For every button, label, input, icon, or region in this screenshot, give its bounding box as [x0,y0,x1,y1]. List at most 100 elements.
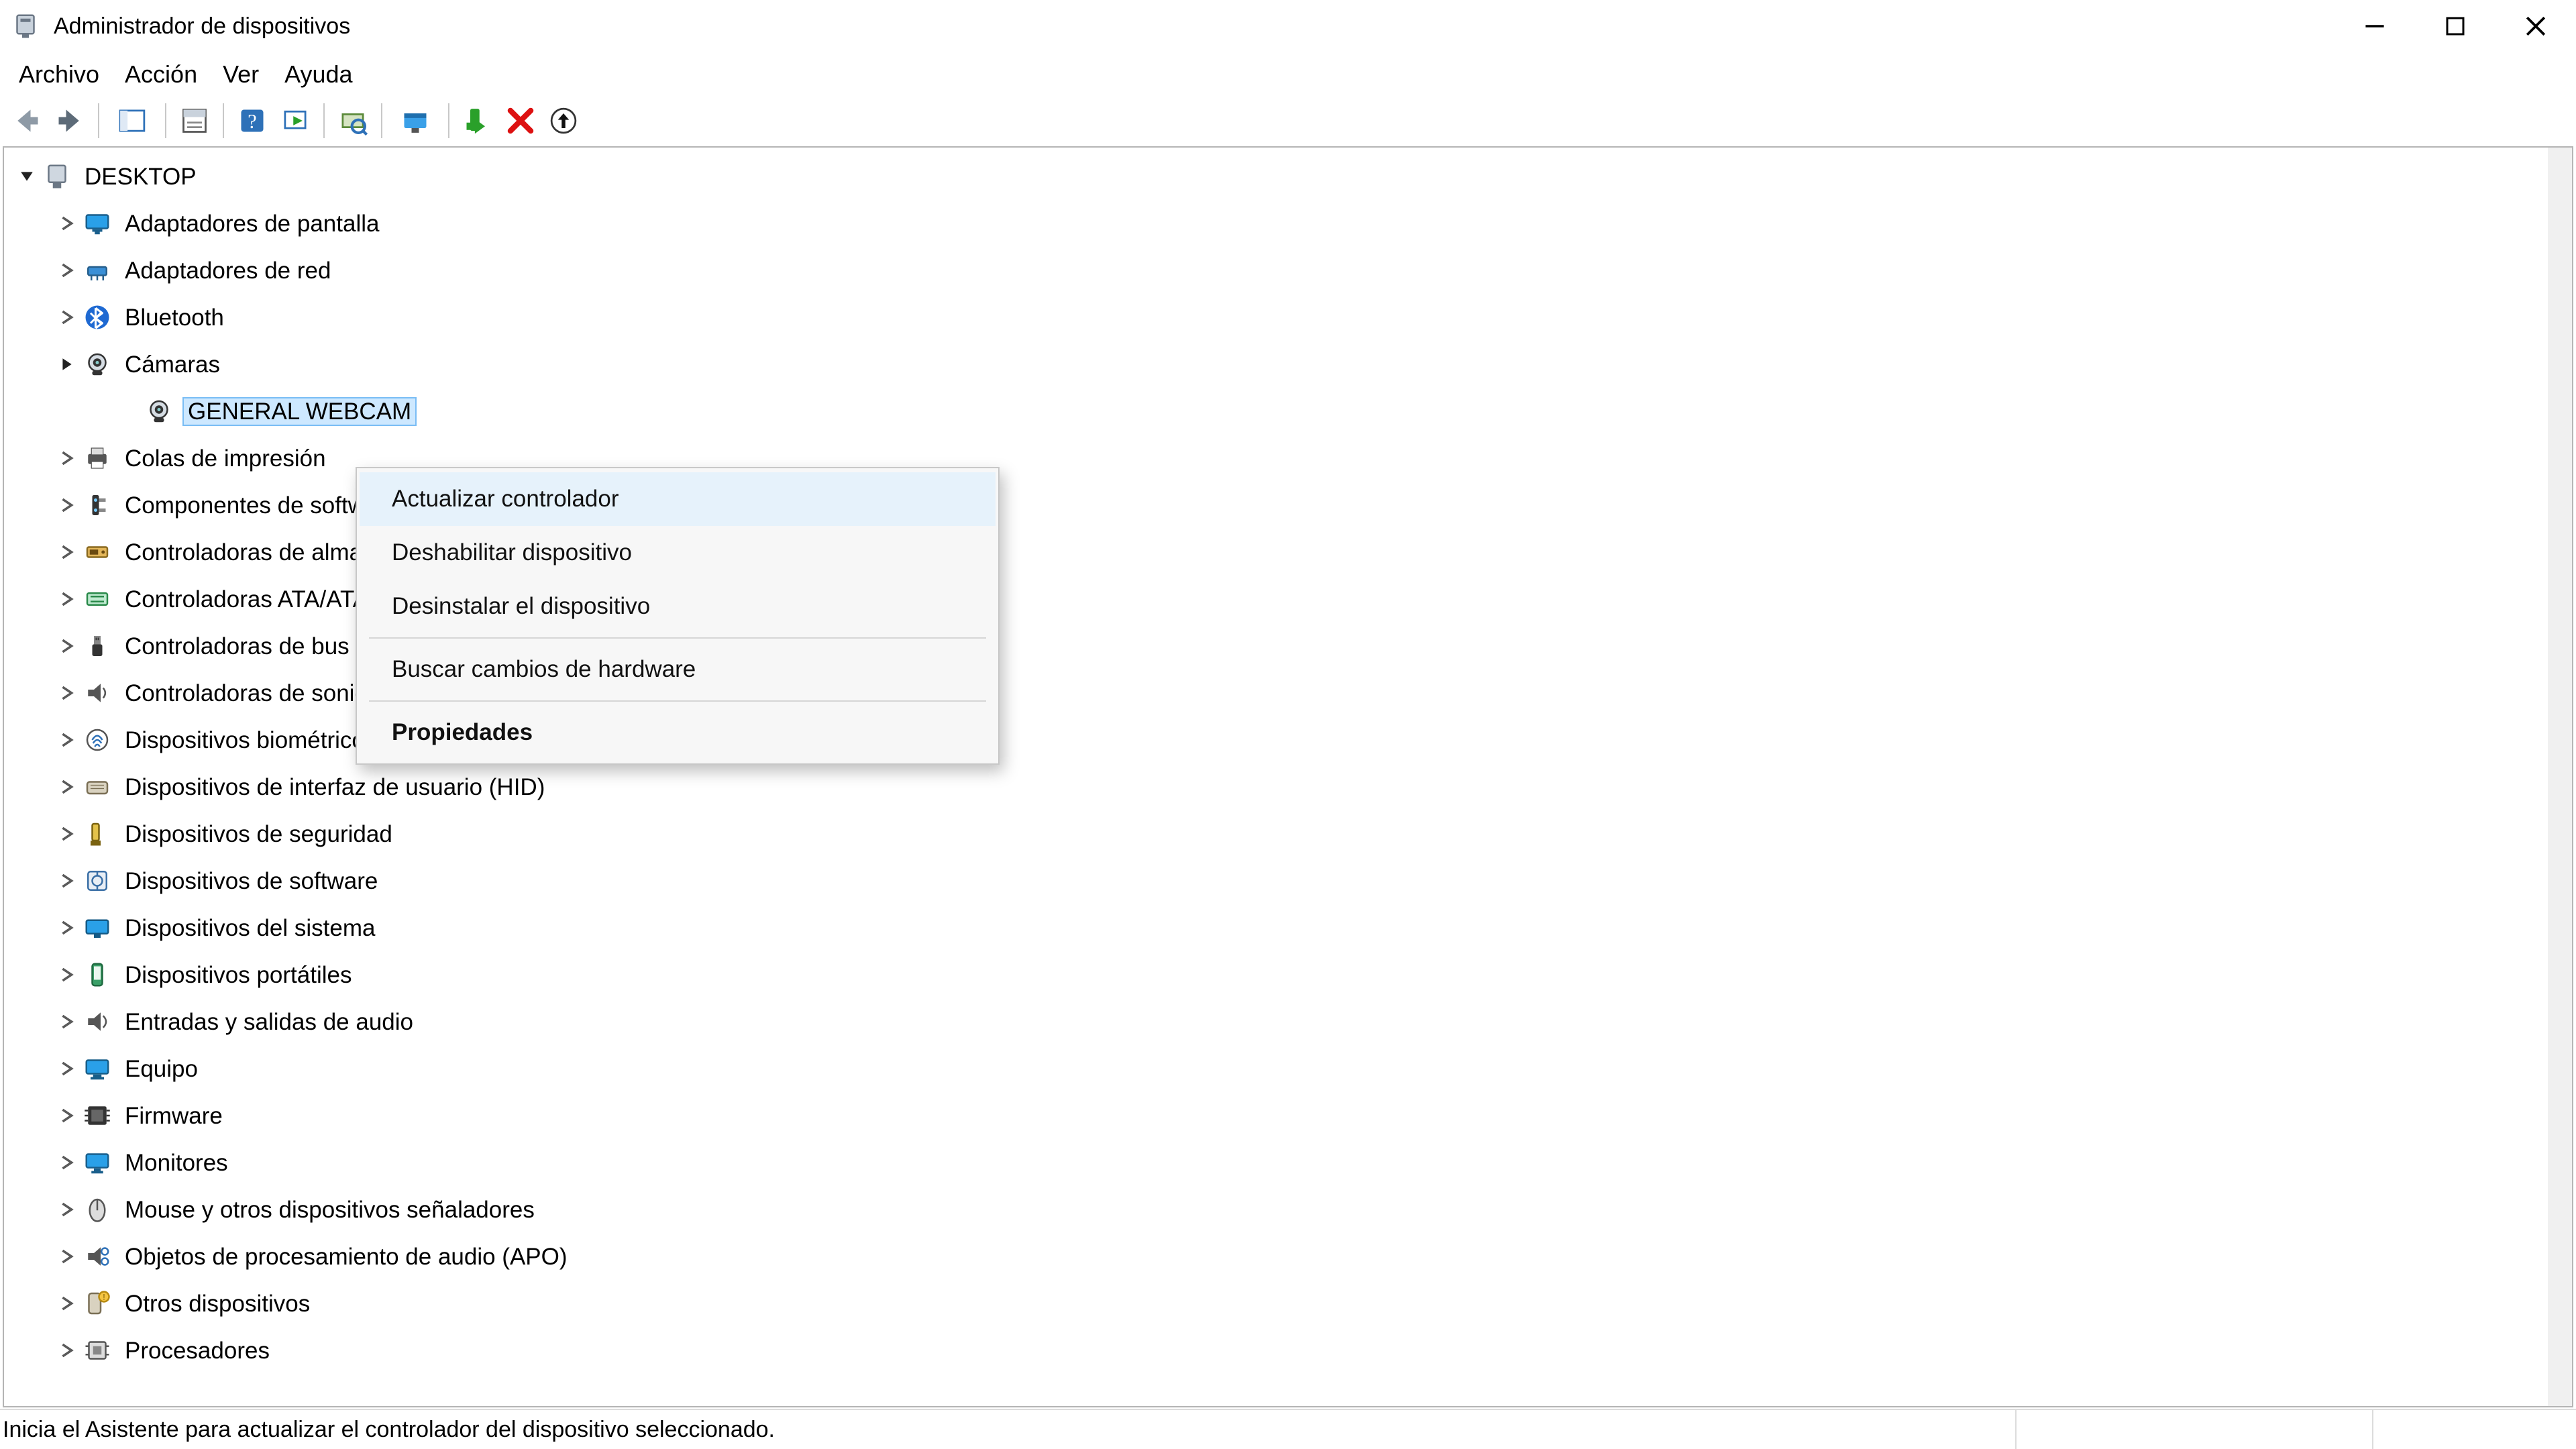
toolbar: ? [0,98,2576,146]
tree-node[interactable]: Entradas y salidas de audio [4,998,2572,1045]
properties-button[interactable] [173,102,216,140]
window-controls [2334,0,2576,52]
tree-node-label: Otros dispositivos [122,1291,313,1317]
chevron-down-icon[interactable] [11,169,43,184]
chevron-right-icon[interactable] [51,1296,83,1311]
chevron-right-icon[interactable] [51,451,83,466]
tree-node[interactable]: Firmware [4,1092,2572,1139]
close-button[interactable] [2496,0,2576,52]
tree-node[interactable]: Adaptadores de red [4,247,2572,294]
tree-node-label: Objetos de procesamiento de audio (APO) [122,1244,570,1270]
action-button[interactable] [274,102,317,140]
disable-device-button[interactable] [499,102,542,140]
chevron-right-icon[interactable] [51,1202,83,1217]
printer-icon [83,444,111,472]
show-hide-console-tree-button[interactable] [106,102,158,140]
statusbar-divider [2372,1410,2373,1449]
context-menu-item[interactable]: Actualizar controlador [360,472,996,526]
tree-node-label: Dispositivos de software [122,868,380,894]
tree-node[interactable]: Dispositivos de interfaz de usuario (HID… [4,763,2572,810]
uninstall-device-button[interactable] [542,102,585,140]
chevron-right-icon[interactable] [51,545,83,559]
statusbar-divider [2015,1410,2017,1449]
chevron-right-icon[interactable] [51,592,83,606]
chevron-right-icon[interactable] [51,310,83,325]
usb-icon [83,632,111,660]
tree-node-label: Cámaras [122,352,223,378]
cpu-icon [83,1336,111,1364]
bluetooth-icon [83,303,111,331]
tree-node[interactable]: Dispositivos del sistema [4,904,2572,951]
menu-help[interactable]: Ayuda [284,60,352,89]
context-menu-item[interactable]: Buscar cambios de hardware [360,643,996,696]
chevron-right-icon[interactable] [51,826,83,841]
menu-file[interactable]: Archivo [19,60,99,89]
tree-node[interactable]: GENERAL WEBCAM [4,388,2572,435]
chevron-right-icon[interactable] [51,263,83,278]
device-tree-panel: DESKTOPAdaptadores de pantalla Adaptadore… [3,146,2573,1407]
context-menu-item[interactable]: Desinstalar el dispositivo [360,580,996,633]
chevron-right-icon[interactable] [51,1061,83,1076]
tree-node-label: Dispositivos del sistema [122,915,378,941]
chevron-down-icon[interactable] [51,357,83,372]
tree-node[interactable]: ! Otros dispositivos [4,1280,2572,1327]
chevron-right-icon[interactable] [51,1014,83,1029]
menu-action[interactable]: Acción [125,60,197,89]
chevron-right-icon[interactable] [51,216,83,231]
storage-ctl-icon [83,538,111,566]
chevron-right-icon[interactable] [51,733,83,747]
chevron-right-icon[interactable] [51,1155,83,1170]
chevron-right-icon[interactable] [51,639,83,653]
chevron-right-icon[interactable] [51,1108,83,1123]
chevron-right-icon[interactable] [51,1249,83,1264]
camera-icon [145,397,173,425]
chevron-right-icon[interactable] [51,967,83,982]
svg-text:!: ! [103,1293,105,1302]
tree-node[interactable]: Objetos de procesamiento de audio (APO) [4,1233,2572,1280]
tree-node-label: Mouse y otros dispositivos señaladores [122,1197,537,1223]
tree-node[interactable]: Dispositivos de seguridad [4,810,2572,857]
scan-hardware-button[interactable] [331,102,374,140]
enable-device-button[interactable] [456,102,499,140]
sound-icon [83,679,111,707]
tree-node[interactable]: Monitores [4,1139,2572,1186]
tree-node-label: Adaptadores de red [122,258,333,284]
tree-node[interactable]: Mouse y otros dispositivos señaladores [4,1186,2572,1233]
tree-node[interactable]: Adaptadores de pantalla [4,200,2572,247]
chevron-right-icon[interactable] [51,686,83,700]
toolbar-separator [165,103,166,138]
tree-node[interactable]: Bluetooth [4,294,2572,341]
tree-node[interactable]: Dispositivos portátiles [4,951,2572,998]
chevron-right-icon[interactable] [51,873,83,888]
minimize-button[interactable] [2334,0,2415,52]
tree-node-label: Bluetooth [122,305,227,331]
tree-node-label: Entradas y salidas de audio [122,1009,416,1035]
camera-icon [83,350,111,378]
help-button[interactable]: ? [231,102,274,140]
chevron-right-icon[interactable] [51,920,83,935]
app-icon [12,13,39,40]
tree-node[interactable]: Procesadores [4,1327,2572,1374]
tree-node[interactable]: DESKTOP [4,153,2572,200]
update-driver-button[interactable] [389,102,441,140]
biometric-icon [83,726,111,754]
tree-node[interactable]: Dispositivos de software [4,857,2572,904]
system-icon [83,914,111,942]
status-bar: Inicia el Asistente para actualizar el c… [0,1409,2576,1449]
menu-view[interactable]: Ver [223,60,259,89]
vertical-scrollbar[interactable] [2548,148,2572,1406]
toolbar-separator [448,103,449,138]
context-menu: Actualizar controladorDeshabilitar dispo… [356,467,1000,765]
chevron-right-icon[interactable] [51,1343,83,1358]
chevron-right-icon[interactable] [51,780,83,794]
context-menu-item[interactable]: Deshabilitar dispositivo [360,526,996,580]
maximize-button[interactable] [2415,0,2496,52]
tree-node[interactable]: Equipo [4,1045,2572,1092]
tree-node[interactable]: Cámaras [4,341,2572,388]
tree-node-label: Colas de impresión [122,445,329,472]
nav-forward-button[interactable] [48,102,91,140]
context-menu-item[interactable]: Propiedades [360,706,996,759]
chevron-right-icon[interactable] [51,498,83,513]
nav-back-button[interactable] [5,102,48,140]
menu-bar: Archivo Acción Ver Ayuda [0,52,2576,98]
